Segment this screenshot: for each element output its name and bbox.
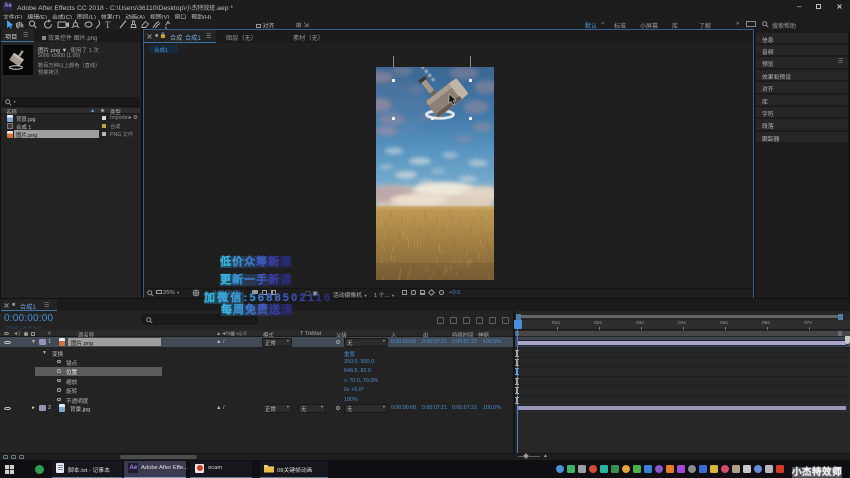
svg-text:T: T	[105, 19, 111, 29]
